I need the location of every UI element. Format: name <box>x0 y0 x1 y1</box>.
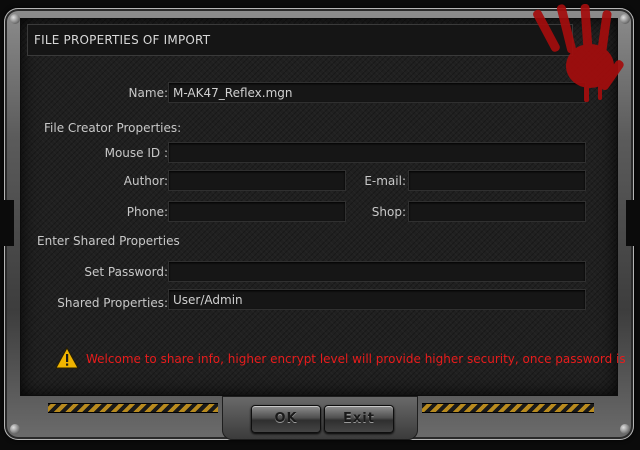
phone-label: Phone: <box>126 205 168 219</box>
email-field[interactable] <box>408 170 586 191</box>
shared-properties-field[interactable]: User/Admin <box>168 289 586 310</box>
shop-label: Shop: <box>371 205 406 219</box>
warning-message: Welcome to share info, higher encrypt le… <box>86 352 630 366</box>
frame-notch-left <box>0 200 14 246</box>
mouse-id-label: Mouse ID : <box>104 146 168 160</box>
dialog-title: FILE PROPERTIES OF IMPORT <box>27 24 573 56</box>
email-label: E-mail: <box>364 174 406 188</box>
phone-field[interactable] <box>168 201 346 222</box>
bolt-icon <box>10 424 20 434</box>
ok-button[interactable]: OK <box>251 405 321 433</box>
name-field[interactable]: M-AK47_Reflex.mgn <box>168 82 586 103</box>
red-handprint-icon <box>533 4 624 102</box>
hazard-stripe-right <box>422 403 594 413</box>
shop-field[interactable] <box>408 201 586 222</box>
bolt-icon <box>10 14 20 24</box>
mouse-id-field[interactable] <box>168 142 586 163</box>
warning-triangle-icon <box>55 347 79 369</box>
name-label: Name: <box>128 86 168 100</box>
shared-properties-label: Shared Properties: <box>57 296 168 310</box>
exit-button[interactable]: Exit <box>324 405 394 433</box>
author-label: Author: <box>123 174 168 188</box>
author-field[interactable] <box>168 170 346 191</box>
shared-section-heading: Enter Shared Properties <box>37 234 180 248</box>
creator-section-heading: File Creator Properties: <box>44 121 182 135</box>
frame-notch-right <box>626 200 640 246</box>
set-password-field[interactable] <box>168 261 586 282</box>
set-password-label: Set Password: <box>84 265 168 279</box>
hazard-stripe-left <box>48 403 218 413</box>
bolt-icon <box>620 424 630 434</box>
